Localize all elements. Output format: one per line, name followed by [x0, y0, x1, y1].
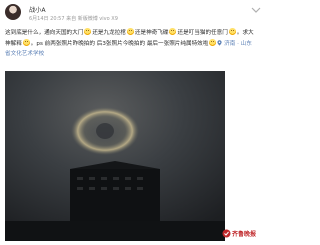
emoji-smile-icon [228, 28, 236, 35]
post-text-segment: 还是叮当猫的任意门 [177, 30, 228, 36]
newspaper-logo-icon [222, 229, 231, 238]
post-photo[interactable] [5, 71, 225, 241]
emoji-smile-icon [84, 28, 92, 35]
emoji-smile-icon [209, 38, 217, 46]
post-text-segment: 还是九龙拉棺 [92, 30, 126, 36]
night-sky-photo-icon [5, 71, 225, 241]
post-text-segment: 。ps 前两张照片昨晚拍的 后3张照片今晚拍的 最后一张照片纯属特效啦 [30, 40, 209, 47]
watermark-label: 齐鲁晚报 [232, 231, 257, 238]
post-text: 这到底是什么，通向天国的大门 还是九龙拉棺 还是神奇飞碟 还是叮当猫的任意门 。求大神解… [5, 28, 257, 60]
avatar[interactable] [5, 4, 21, 20]
post-text-segment: 这到底是什么，通向天国的大门 [5, 30, 84, 36]
post-text-segment: 还是神奇飞碟 [134, 30, 169, 36]
author-name[interactable]: 战小A [29, 5, 46, 14]
emoji-smile-icon [126, 28, 134, 35]
chevron-down-icon[interactable] [251, 6, 261, 14]
emoji-smile-icon [169, 28, 177, 35]
emoji-smile-icon [22, 38, 30, 46]
post-header: 战小A 6月14日 20:57 来自 新版微博 vivo X9 [0, 0, 267, 26]
post-meta: 6月14日 20:57 来自 新版微博 vivo X9 [29, 16, 118, 22]
